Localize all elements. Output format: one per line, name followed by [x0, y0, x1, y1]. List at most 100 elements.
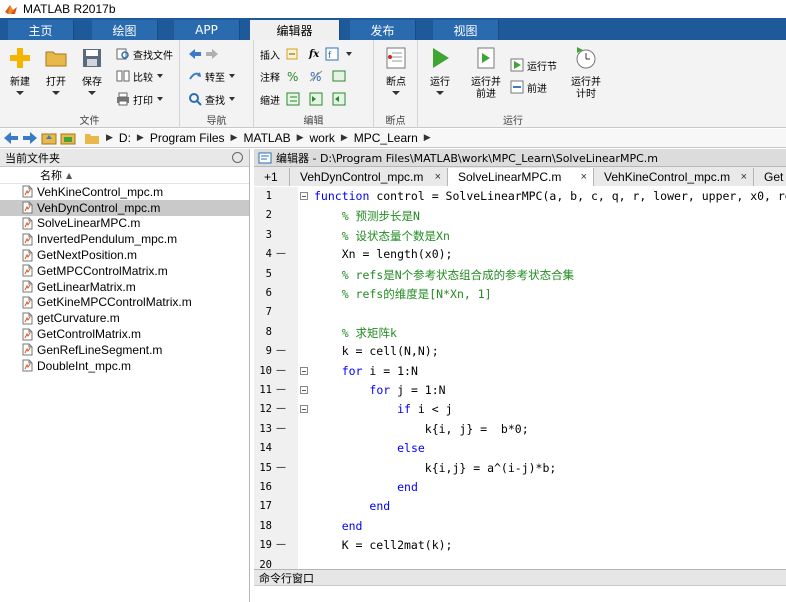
fold-toggle-icon[interactable]: [300, 366, 308, 375]
file-list-item[interactable]: GenRefLineSegment.m: [0, 342, 249, 358]
line-number[interactable]: 19: [254, 539, 272, 551]
ribbon-tab-3[interactable]: 编辑器: [250, 20, 340, 41]
panel-menu-icon[interactable]: [232, 152, 243, 163]
smart-indent-icon[interactable]: [286, 92, 300, 106]
line-number[interactable]: 15: [254, 462, 272, 474]
breadcrumb-item[interactable]: MATLAB: [243, 131, 290, 145]
file-list-item[interactable]: InvertedPendulum_mpc.m: [0, 231, 249, 247]
line-number[interactable]: 12: [254, 403, 272, 415]
line-number[interactable]: 8: [254, 326, 272, 338]
line-number[interactable]: 14: [254, 442, 272, 454]
back-arrow-icon[interactable]: [3, 131, 19, 145]
ribbon-tab-2[interactable]: APP: [174, 20, 240, 40]
run-section-button[interactable]: 运行节: [510, 56, 557, 74]
editor-tab[interactable]: +1: [254, 168, 290, 186]
breadcrumb-item[interactable]: D:: [119, 131, 131, 145]
file-list-item[interactable]: SolveLinearMPC.m: [0, 216, 249, 232]
goto-button[interactable]: 转至: [188, 67, 235, 85]
line-number[interactable]: 5: [254, 268, 272, 280]
breadcrumb-item[interactable]: work: [310, 131, 335, 145]
line-number[interactable]: 13: [254, 423, 272, 435]
breakpoint-marker[interactable]: —: [276, 462, 286, 473]
breakpoint-marker[interactable]: —: [276, 248, 286, 259]
breakpoint-marker[interactable]: —: [276, 345, 286, 356]
new-button[interactable]: 新建: [0, 44, 40, 95]
wrap-comment-icon[interactable]: [332, 69, 346, 83]
insert-section-icon[interactable]: [286, 47, 300, 61]
line-number[interactable]: 4: [254, 248, 272, 260]
line-number[interactable]: 10: [254, 365, 272, 377]
close-icon[interactable]: ×: [581, 171, 587, 183]
line-number[interactable]: 18: [254, 520, 272, 532]
file-list-item[interactable]: GetMPCControlMatrix.m: [0, 263, 249, 279]
ribbon-tab-0[interactable]: 主页: [8, 20, 74, 40]
breadcrumb-item[interactable]: Program Files: [150, 131, 225, 145]
line-number[interactable]: 6: [254, 287, 272, 299]
advance-button[interactable]: 前进: [510, 78, 547, 96]
file-list-item[interactable]: VehDynControl_mpc.m: [0, 199, 249, 216]
file-list-item[interactable]: GetControlMatrix.m: [0, 326, 249, 342]
breakpoint-marker[interactable]: —: [276, 384, 286, 395]
file-list-item[interactable]: GetLinearMatrix.m: [0, 279, 249, 295]
insert-function-icon[interactable]: fx: [309, 49, 319, 60]
file-list-item[interactable]: getCurvature.m: [0, 310, 249, 326]
print-button[interactable]: 打印: [116, 90, 163, 108]
save-button[interactable]: 保存: [72, 44, 112, 95]
fold-toggle-icon[interactable]: [300, 405, 308, 414]
uncomment-icon[interactable]: %: [309, 69, 323, 83]
open-button[interactable]: 打开: [36, 44, 76, 95]
line-number[interactable]: 3: [254, 229, 272, 241]
line-number[interactable]: 7: [254, 306, 272, 318]
breakpoint-marker[interactable]: —: [276, 403, 286, 414]
comment-button[interactable]: 注释 % %: [260, 67, 349, 85]
line-number[interactable]: 17: [254, 500, 272, 512]
insert-cell-icon[interactable]: f: [325, 47, 339, 61]
editor-tab[interactable]: Get: [754, 168, 786, 186]
fold-toggle-icon[interactable]: [300, 192, 308, 200]
back-arrow-icon[interactable]: [188, 47, 202, 61]
line-number[interactable]: 2: [254, 209, 272, 221]
line-number[interactable]: 16: [254, 481, 272, 493]
breadcrumb-separator-icon[interactable]: ▶: [297, 133, 304, 143]
find-files-button[interactable]: 查找文件: [116, 45, 173, 63]
breadcrumb-separator-icon[interactable]: ▶: [341, 133, 348, 143]
comment-percent-icon[interactable]: %: [286, 69, 300, 83]
file-list-item[interactable]: GetNextPosition.m: [0, 247, 249, 263]
editor-tab[interactable]: VehKineControl_mpc.m ×: [594, 168, 754, 186]
breadcrumb-separator-icon[interactable]: ▶: [231, 133, 238, 143]
close-icon[interactable]: ×: [741, 171, 747, 183]
breadcrumb-separator-icon[interactable]: ▶: [137, 133, 144, 143]
run-and-time-button[interactable]: 运行并 计时: [564, 44, 608, 101]
ribbon-tab-4[interactable]: 发布: [350, 20, 416, 40]
line-number[interactable]: 9: [254, 345, 272, 357]
run-button[interactable]: 运行: [420, 44, 460, 95]
breakpoints-button[interactable]: 断点: [376, 44, 416, 95]
indent-button[interactable]: 缩进: [260, 90, 349, 108]
decrease-indent-icon[interactable]: [332, 92, 346, 106]
file-list-item[interactable]: GetKineMPCControlMatrix.m: [0, 295, 249, 311]
close-icon[interactable]: ×: [435, 171, 441, 183]
name-column-header[interactable]: 名称 ▲: [0, 167, 249, 184]
find-button[interactable]: 查找: [188, 90, 235, 108]
line-number[interactable]: 20: [254, 559, 272, 569]
insert-button[interactable]: 插入 fx f: [260, 45, 353, 63]
forward-arrow-icon[interactable]: [205, 47, 219, 61]
browse-folder-icon[interactable]: [60, 131, 76, 145]
file-list-item[interactable]: VehKineControl_mpc.m: [0, 184, 249, 200]
file-list-item[interactable]: DoubleInt_mpc.m: [0, 358, 249, 374]
breadcrumb-item[interactable]: MPC_Learn: [354, 131, 418, 145]
forward-arrow-icon[interactable]: [22, 131, 38, 145]
breakpoint-marker[interactable]: —: [276, 365, 286, 376]
breadcrumb-separator-icon[interactable]: ▶: [424, 133, 431, 143]
breakpoint-marker[interactable]: —: [276, 539, 286, 550]
line-number[interactable]: 1: [254, 190, 272, 202]
editor-tab[interactable]: SolveLinearMPC.m ×: [448, 168, 594, 186]
ribbon-tab-5[interactable]: 视图: [433, 20, 499, 40]
editor-tab[interactable]: VehDynControl_mpc.m ×: [290, 168, 448, 186]
command-window[interactable]: 命令行窗口: [254, 569, 786, 602]
increase-indent-icon[interactable]: [309, 92, 323, 106]
up-folder-icon[interactable]: [41, 131, 57, 145]
line-number[interactable]: 11: [254, 384, 272, 396]
fold-toggle-icon[interactable]: [300, 386, 308, 394]
breakpoint-marker[interactable]: —: [276, 423, 286, 434]
